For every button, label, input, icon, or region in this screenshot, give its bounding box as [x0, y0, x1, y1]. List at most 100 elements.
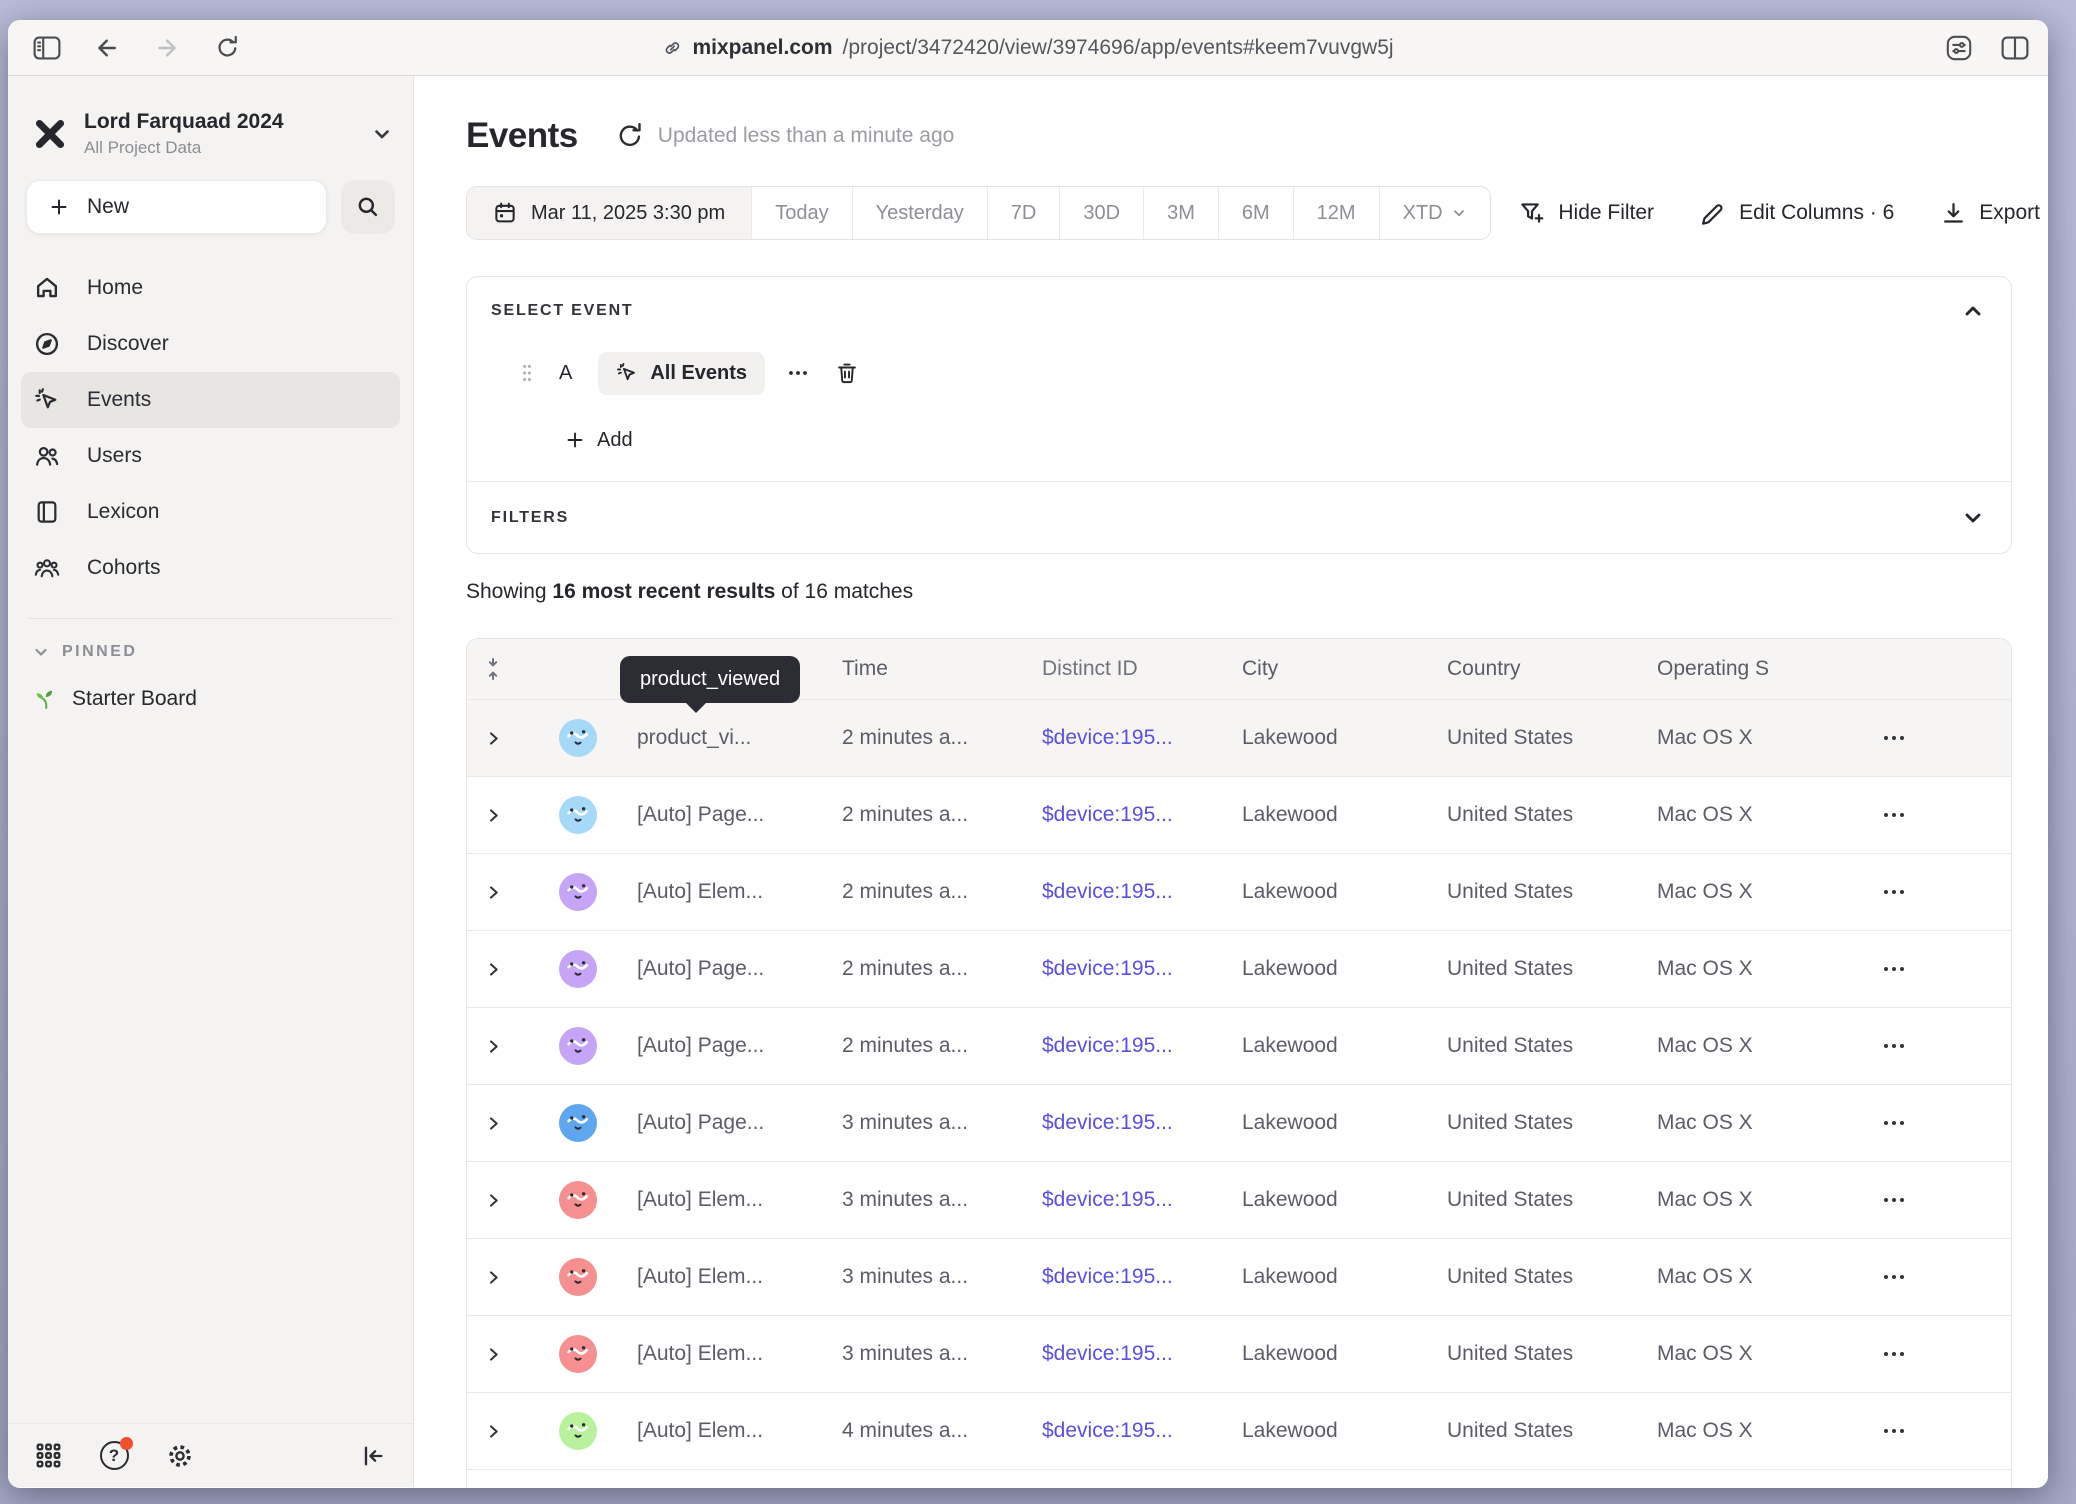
distinct-id-link[interactable]: $device:195... — [1042, 1419, 1173, 1443]
distinct-id-link[interactable]: $device:195... — [1042, 1265, 1173, 1289]
preset-today[interactable]: Today — [751, 187, 851, 239]
table-row[interactable] — [467, 1469, 2011, 1487]
distinct-id-link[interactable]: $device:195... — [1042, 1342, 1173, 1366]
event-more-options-button[interactable] — [787, 369, 809, 377]
distinct-id-link[interactable]: $device:195... — [1042, 957, 1173, 981]
hide-filter-button[interactable]: Hide Filter — [1519, 200, 1654, 226]
forward-button[interactable] — [152, 33, 182, 63]
row-actions-button[interactable] — [1882, 965, 1906, 973]
row-actions-button[interactable] — [1882, 1119, 1906, 1127]
distinct-id-link[interactable]: $device:195... — [1042, 1188, 1173, 1212]
gear-icon[interactable] — [164, 1440, 196, 1472]
column-header-country[interactable]: Country — [1429, 657, 1639, 681]
country-cell: United States — [1429, 880, 1639, 904]
row-actions-button[interactable] — [1882, 1350, 1906, 1358]
trash-icon[interactable] — [835, 361, 859, 385]
plus-icon — [565, 430, 585, 450]
split-view-icon[interactable] — [2000, 33, 2030, 63]
chevron-up-icon[interactable] — [1961, 299, 1985, 323]
sidebar-item-cohorts[interactable]: Cohorts — [21, 540, 400, 596]
event-selector-chip[interactable]: All Events — [598, 352, 765, 395]
row-actions-button[interactable] — [1882, 1273, 1906, 1281]
preset-30d[interactable]: 30D — [1059, 187, 1143, 239]
url-path: /project/3472420/view/3974696/app/events… — [843, 36, 1394, 60]
add-event-button[interactable]: Add — [565, 425, 2011, 455]
cursor-sparkle-icon — [616, 362, 638, 384]
preset-12m[interactable]: 12M — [1293, 187, 1379, 239]
table-row[interactable]: [Auto] Elem... 2 minutes a... $device:19… — [467, 853, 2011, 930]
preset-yesterday[interactable]: Yesterday — [852, 187, 987, 239]
url-domain: mixpanel.com — [692, 36, 832, 60]
search-button[interactable] — [341, 180, 395, 234]
chevron-down-icon — [32, 643, 50, 661]
refresh-icon[interactable] — [616, 122, 644, 150]
selected-date-range: Mar 11, 2025 3:30 pm — [531, 202, 725, 225]
new-button[interactable]: New — [26, 180, 327, 234]
row-actions-button[interactable] — [1882, 1196, 1906, 1204]
column-header-city[interactable]: City — [1224, 657, 1429, 681]
sidebar-item-discover[interactable]: Discover — [21, 316, 400, 372]
table-row[interactable]: [Auto] Elem... 4 minutes a... $device:19… — [467, 1392, 2011, 1469]
sidebar-item-lexicon[interactable]: Lexicon — [21, 484, 400, 540]
table-row[interactable]: [Auto] Elem... 3 minutes a... $device:19… — [467, 1238, 2011, 1315]
sidebar-item-starter-board[interactable]: Starter Board — [34, 687, 413, 711]
preset-7d[interactable]: 7D — [987, 187, 1060, 239]
time-cell: 3 minutes a... — [824, 1342, 1024, 1366]
help-icon[interactable]: ? — [98, 1440, 130, 1472]
column-header-os[interactable]: Operating S — [1639, 657, 1829, 681]
edit-columns-button[interactable]: Edit Columns · 6 — [1700, 200, 1894, 226]
expand-row-button[interactable] — [467, 807, 519, 824]
chevron-down-icon — [1451, 205, 1467, 221]
table-row[interactable]: [Auto] Page... 2 minutes a... $device:19… — [467, 930, 2011, 1007]
sidebar-item-users[interactable]: Users — [21, 428, 400, 484]
table-row[interactable]: [Auto] Elem... 3 minutes a... $device:19… — [467, 1315, 2011, 1392]
row-actions-button[interactable] — [1882, 811, 1906, 819]
distinct-id-link[interactable]: $device:195... — [1042, 880, 1173, 904]
row-avatar — [559, 950, 597, 988]
expand-row-button[interactable] — [467, 1346, 519, 1363]
table-row[interactable]: [Auto] Page... 3 minutes a... $device:19… — [467, 1084, 2011, 1161]
reload-button[interactable] — [212, 33, 242, 63]
table-row[interactable]: [Auto] Elem... 3 minutes a... $device:19… — [467, 1161, 2011, 1238]
date-picker-button[interactable]: Mar 11, 2025 3:30 pm — [467, 187, 751, 239]
expand-row-button[interactable] — [467, 1192, 519, 1209]
row-actions-button[interactable] — [1882, 1042, 1906, 1050]
expand-row-button[interactable] — [467, 1269, 519, 1286]
address-bar[interactable]: mixpanel.com/project/3472420/view/397469… — [662, 36, 1393, 60]
sidebar-toggle-icon[interactable] — [32, 33, 62, 63]
expand-row-button[interactable] — [467, 730, 519, 747]
table-row[interactable]: [Auto] Page... 2 minutes a... $device:19… — [467, 776, 2011, 853]
chevron-down-icon[interactable] — [1961, 506, 1985, 530]
distinct-id-link[interactable]: $device:195... — [1042, 803, 1173, 827]
new-button-label: New — [87, 195, 129, 219]
preset-6m[interactable]: 6M — [1218, 187, 1293, 239]
column-header-time[interactable]: Time — [824, 657, 1024, 681]
collapse-sidebar-icon[interactable] — [357, 1440, 389, 1472]
row-actions-button[interactable] — [1882, 1427, 1906, 1435]
preset-xtd[interactable]: XTD — [1379, 187, 1490, 239]
expand-row-button[interactable] — [467, 1423, 519, 1440]
event-name-cell: [Auto] Page... — [619, 803, 824, 827]
sidebar-item-home[interactable]: Home — [21, 260, 400, 316]
row-actions-button[interactable] — [1882, 734, 1906, 742]
distinct-id-link[interactable]: $device:195... — [1042, 1111, 1173, 1135]
row-actions-button[interactable] — [1882, 888, 1906, 896]
drag-handle-icon[interactable] — [521, 363, 533, 383]
table-row[interactable]: [Auto] Page... 2 minutes a... $device:19… — [467, 1007, 2011, 1084]
back-button[interactable] — [92, 33, 122, 63]
column-header-distinct-id[interactable]: Distinct ID — [1024, 657, 1224, 681]
apps-grid-icon[interactable] — [32, 1440, 64, 1472]
expand-row-button[interactable] — [467, 961, 519, 978]
distinct-id-link[interactable]: $device:195... — [1042, 1034, 1173, 1058]
pinned-section-header[interactable]: PINNED — [32, 643, 413, 661]
expand-row-button[interactable] — [467, 1038, 519, 1055]
workspace-switcher[interactable]: Lord Farquaad 2024 All Project Data — [30, 110, 393, 158]
export-button[interactable]: Export — [1940, 200, 2040, 226]
expand-row-button[interactable] — [467, 1115, 519, 1132]
sidebar-item-events[interactable]: Events — [21, 372, 400, 428]
expand-row-button[interactable] — [467, 884, 519, 901]
distinct-id-link[interactable]: $device:195... — [1042, 726, 1173, 750]
collapse-rows-icon[interactable] — [467, 657, 519, 681]
preset-3m[interactable]: 3M — [1143, 187, 1218, 239]
reader-settings-icon[interactable] — [1944, 33, 1974, 63]
